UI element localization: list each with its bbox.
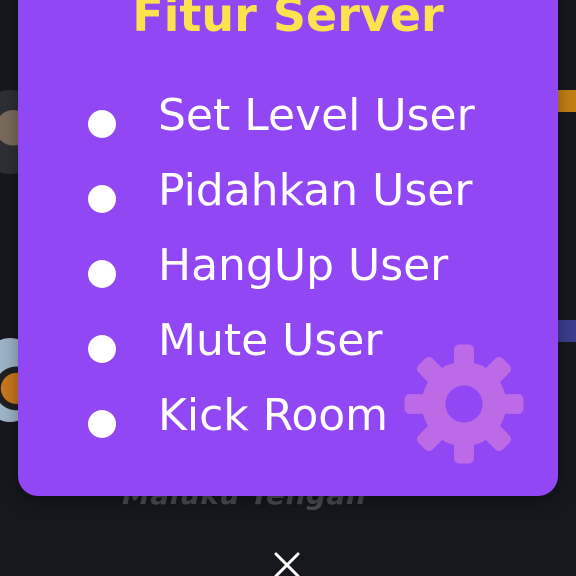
modal-title: Fitur Server — [132, 0, 444, 42]
bullet-icon — [88, 110, 116, 138]
bullet-icon — [88, 185, 116, 213]
feature-item-hangup-user[interactable]: HangUp User — [18, 232, 518, 307]
feature-item-set-level-user[interactable]: Set Level User — [18, 82, 518, 157]
bullet-icon — [88, 260, 116, 288]
feature-label: Mute User — [158, 315, 383, 366]
bullet-icon — [88, 335, 116, 363]
feature-item-pidahkan-user[interactable]: Pidahkan User — [18, 157, 518, 232]
gear-icon — [404, 344, 524, 464]
feature-label: HangUp User — [158, 240, 449, 291]
screen: Maluku Tengah Fitur Server Set Level Use… — [0, 0, 576, 576]
bullet-icon — [88, 410, 116, 438]
feature-label: Set Level User — [158, 90, 475, 141]
server-features-modal: Fitur Server Set Level User Pidahkan Use… — [18, 0, 558, 496]
feature-label: Kick Room — [158, 390, 389, 441]
feature-label: Pidahkan User — [158, 165, 473, 216]
close-icon[interactable] — [270, 548, 304, 576]
background-text-fragment — [560, 164, 576, 198]
